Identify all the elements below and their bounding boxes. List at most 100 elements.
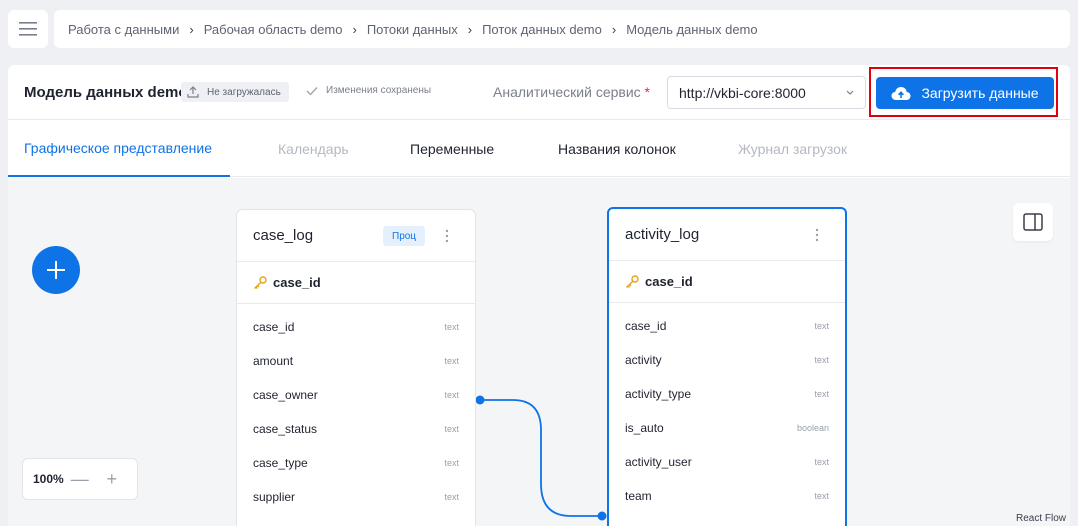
table-node-activity-log[interactable]: activity_log case_id case_id text activit…: [607, 207, 847, 526]
hamburger-icon: [19, 22, 37, 36]
column-name: activity_type: [625, 387, 692, 401]
tab-calendar[interactable]: Календарь: [278, 121, 349, 177]
add-table-button[interactable]: [32, 246, 80, 294]
column-type: text: [814, 389, 829, 399]
column-row[interactable]: case_status text: [237, 412, 475, 446]
more-options-icon[interactable]: [439, 226, 455, 246]
table-node-case-log[interactable]: case_log Проц case_id case_id text amount…: [236, 209, 476, 526]
check-icon: [306, 86, 318, 95]
breadcrumb-item[interactable]: Потоки данных: [367, 22, 458, 37]
primary-key-row: case_id: [609, 261, 845, 303]
column-row[interactable]: supplier text: [237, 480, 475, 514]
load-status-badge: Не загружалась: [181, 82, 289, 102]
column-row[interactable]: case_id text: [237, 310, 475, 344]
chevron-right-icon: ›: [467, 21, 473, 37]
breadcrumb-item[interactable]: Поток данных demo: [482, 22, 602, 37]
column-name: case_id: [625, 319, 667, 333]
table-node-header: activity_log: [609, 209, 845, 261]
column-name: case_status: [253, 422, 318, 436]
cloud-upload-icon: [891, 86, 911, 100]
column-row[interactable]: activity_type text: [609, 377, 845, 411]
column-type: text: [814, 457, 829, 467]
edge-handle-source: [475, 395, 485, 405]
column-name: amount: [253, 354, 294, 368]
chevron-right-icon: ›: [611, 21, 617, 37]
upload-data-button[interactable]: Загрузить данные: [876, 77, 1054, 109]
column-type: text: [814, 321, 829, 331]
column-name: activity: [625, 353, 662, 367]
sidebar-panel-icon: [1023, 213, 1043, 231]
more-options-icon[interactable]: [809, 225, 825, 245]
column-row[interactable]: case_id text: [609, 309, 845, 343]
column-name: team: [625, 489, 652, 503]
tab-bar: Графическое представление Календарь Пере…: [8, 121, 1070, 177]
column-row[interactable]: amount text: [237, 344, 475, 378]
relation-edge: [475, 395, 607, 521]
column-name: case_type: [253, 456, 308, 470]
chevron-down-icon: [846, 90, 854, 95]
column-type: text: [444, 356, 459, 366]
tab-graphical[interactable]: Графическое представление: [8, 121, 230, 177]
tab-load-journal[interactable]: Журнал загрузок: [738, 121, 847, 177]
process-badge: Проц: [383, 226, 426, 246]
key-column-name: case_id: [645, 274, 693, 289]
column-row[interactable]: is_auto boolean: [609, 411, 845, 445]
column-name: activity_user: [625, 455, 692, 469]
required-mark: *: [644, 84, 650, 100]
save-status: Изменения сохранены: [306, 85, 431, 96]
column-row[interactable]: case_owner text: [237, 378, 475, 412]
column-type: text: [444, 458, 459, 468]
zoom-in-button[interactable]: +: [100, 467, 124, 491]
model-header: Модель данных demo Не загружалась Измене…: [8, 65, 1070, 120]
save-status-text: Изменения сохранены: [326, 85, 432, 96]
column-row[interactable]: team text: [609, 479, 845, 513]
column-type: text: [444, 424, 459, 434]
upload-status-icon: [187, 86, 199, 98]
column-name: case_owner: [253, 388, 318, 402]
side-panel-toggle[interactable]: [1013, 203, 1053, 241]
column-type: text: [814, 355, 829, 365]
service-select[interactable]: http://vkbi-core:8000: [667, 76, 866, 109]
column-name: case_id: [253, 320, 295, 334]
column-type: text: [444, 390, 459, 400]
plus-icon: [47, 261, 65, 279]
menu-button[interactable]: [8, 10, 48, 48]
column-name: is_auto: [625, 421, 664, 435]
tab-column-names[interactable]: Названия колонок: [558, 121, 676, 177]
upload-highlight-box: Загрузить данные: [869, 67, 1058, 117]
zoom-out-button[interactable]: —: [68, 467, 92, 491]
key-icon: [626, 274, 639, 288]
flow-canvas[interactable]: case_log Проц case_id case_id text amount…: [8, 178, 1070, 526]
react-flow-attribution[interactable]: React Flow: [1016, 513, 1066, 524]
column-row[interactable]: case_type text: [237, 446, 475, 480]
zoom-level: 100%: [33, 472, 64, 486]
table-name: activity_log: [625, 226, 700, 243]
column-list: case_id text activity text activity_type te…: [609, 303, 845, 513]
tab-variables[interactable]: Переменные: [410, 121, 494, 177]
column-row[interactable]: activity_user text: [609, 445, 845, 479]
key-icon: [254, 275, 267, 289]
edge-handle-target: [597, 511, 607, 521]
breadcrumb-item[interactable]: Работа с данными: [68, 22, 179, 37]
column-type: boolean: [796, 423, 829, 433]
upload-data-label: Загрузить данные: [921, 85, 1039, 101]
page-title: Модель данных demo: [24, 84, 188, 101]
service-select-value: http://vkbi-core:8000: [679, 84, 806, 101]
column-name: supplier: [253, 490, 296, 504]
breadcrumb: Работа с данными › Рабочая область demo …: [54, 10, 1070, 48]
table-node-header: case_log Проц: [237, 210, 475, 262]
table-name: case_log: [253, 227, 314, 244]
service-label: Аналитический сервис *: [493, 84, 650, 100]
service-label-text: Аналитический сервис: [493, 84, 641, 100]
breadcrumb-item[interactable]: Рабочая область demo: [204, 22, 343, 37]
primary-key-row: case_id: [237, 262, 475, 304]
column-row[interactable]: activity text: [609, 343, 845, 377]
column-type: text: [444, 322, 459, 332]
main-panel: Модель данных demo Не загружалась Измене…: [8, 65, 1070, 526]
chevron-right-icon: ›: [189, 21, 194, 37]
column-type: text: [444, 492, 459, 502]
load-status-text: Не загружалась: [207, 86, 281, 98]
chevron-right-icon: ›: [352, 21, 357, 37]
key-column-name: case_id: [273, 275, 321, 290]
column-type: text: [814, 491, 829, 501]
